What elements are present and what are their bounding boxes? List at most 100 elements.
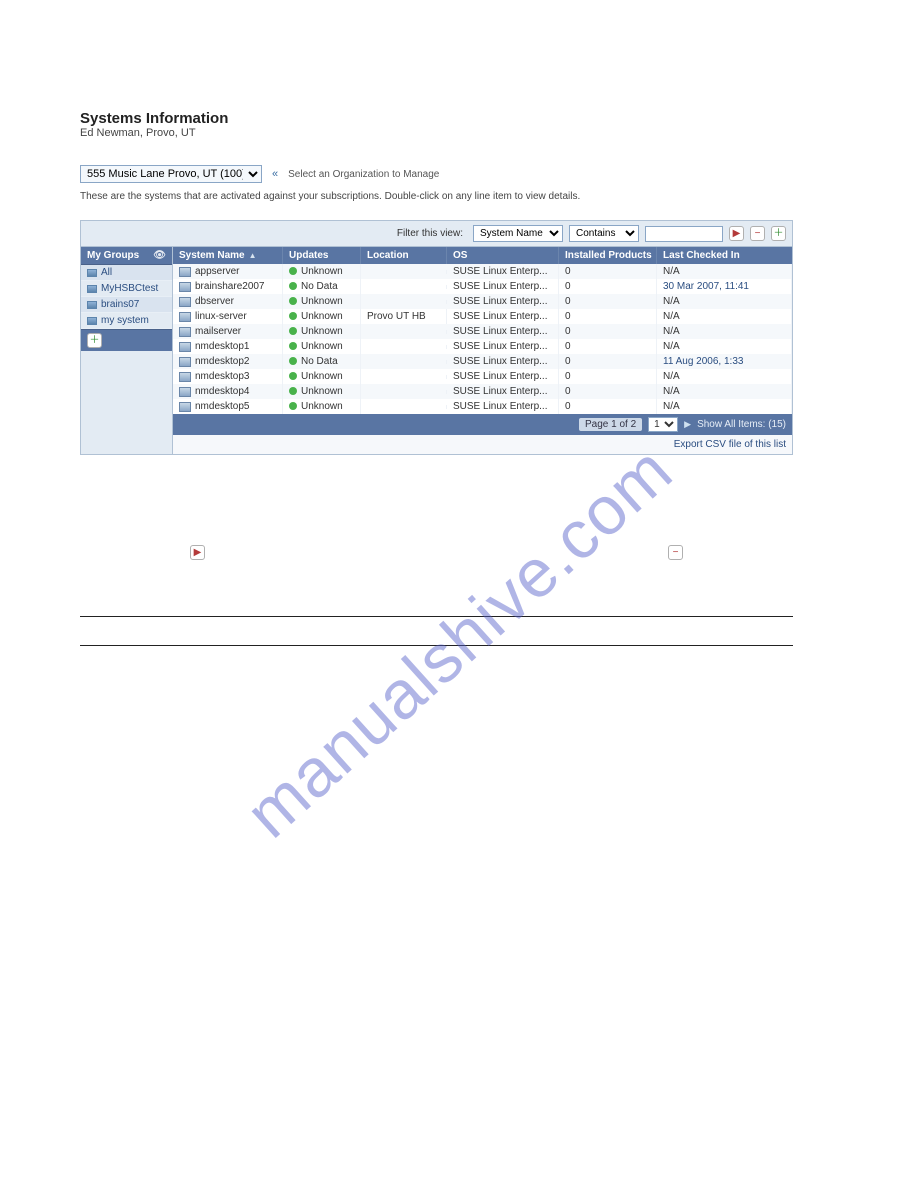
cell-updates: Unknown [283,399,361,414]
updates-text: Unknown [301,386,343,397]
page-select[interactable]: 1 [648,417,678,432]
cell-updates: No Data [283,279,361,294]
cell-installed-products: 0 [559,384,657,399]
status-dot-icon [289,297,297,305]
table-row[interactable]: nmdesktop5UnknownSUSE Linux Enterp...0N/… [173,399,792,414]
status-dot-icon [289,312,297,320]
cell-location: Provo UT HB [361,309,447,324]
system-icon [179,402,191,412]
updates-text: Unknown [301,341,343,352]
group-icon [87,285,97,293]
cell-updates: Unknown [283,309,361,324]
table-row[interactable]: linux-serverUnknownProvo UT HBSUSE Linux… [173,309,792,324]
col-os[interactable]: OS [447,247,559,264]
export-csv-link[interactable]: Export CSV file of this list [674,439,786,450]
updates-text: No Data [301,281,338,292]
status-dot-icon [289,282,297,290]
system-icon [179,327,191,337]
table-row[interactable]: dbserverUnknownSUSE Linux Enterp...0N/A [173,294,792,309]
cell-location [361,300,447,304]
updates-text: Unknown [301,371,343,382]
table-row[interactable]: nmdesktop2No DataSUSE Linux Enterp...011… [173,354,792,369]
system-name-text: nmdesktop1 [195,341,249,352]
page-subtitle: Ed Newman, Provo, UT [80,127,793,139]
sidebar-item-label: All [101,267,112,278]
table-row[interactable]: mailserverUnknownSUSE Linux Enterp...0N/… [173,324,792,339]
updates-text: Unknown [301,266,343,277]
table-header: System Name Updates Location OS Installe… [173,247,792,264]
minus-icon[interactable]: − [668,545,683,560]
cell-os: SUSE Linux Enterp... [447,399,559,414]
updates-text: Unknown [301,326,343,337]
play-icon[interactable]: ▶ [190,545,205,560]
status-dot-icon [289,357,297,365]
systems-panel: Filter this view: System Name Contains ▶… [80,220,793,455]
system-name-text: mailserver [195,326,241,337]
cell-location [361,390,447,394]
cell-os: SUSE Linux Enterp... [447,264,559,279]
cell-os: SUSE Linux Enterp... [447,309,559,324]
table-row[interactable]: nmdesktop4UnknownSUSE Linux Enterp...0N/… [173,384,792,399]
filter-value-input[interactable] [645,226,723,242]
show-all-link[interactable]: Show All Items: (15) [697,419,786,430]
cell-installed-products: 0 [559,324,657,339]
table-row[interactable]: nmdesktop1UnknownSUSE Linux Enterp...0N/… [173,339,792,354]
cell-installed-products: 0 [559,369,657,384]
col-system-name[interactable]: System Name [173,247,283,264]
status-dot-icon [289,387,297,395]
updates-text: Unknown [301,401,343,412]
table-row[interactable]: appserver Unknown SUSE Linux Enterp...0N/A [173,264,792,279]
cell-updates: Unknown [283,294,361,309]
col-installed-products[interactable]: Installed Products [559,247,657,264]
col-location[interactable]: Location [361,247,447,264]
filter-field-select[interactable]: System Name [473,225,563,242]
cell-last-checked: N/A [657,264,792,279]
cell-system-name: nmdesktop3 [173,369,283,384]
apply-filter-button[interactable]: ▶ [729,226,744,241]
cell-last-checked: N/A [657,399,792,414]
cell-last-checked: N/A [657,339,792,354]
add-filter-button[interactable]: ＋ [771,226,786,241]
org-hint: Select an Organization to Manage [288,169,439,180]
sidebar-item[interactable]: my system [81,313,172,329]
cell-installed-products: 0 [559,309,657,324]
cell-system-name: appserver [173,264,283,279]
cell-last-checked: N/A [657,309,792,324]
remove-filter-button[interactable]: − [750,226,765,241]
org-select[interactable]: 555 Music Lane Provo, UT (100) [80,165,262,183]
eye-icon[interactable]: 👁 [153,250,166,261]
system-name-text: nmdesktop4 [195,386,249,397]
sidebar-item[interactable]: All [81,265,172,281]
table-row[interactable]: brainshare2007No DataSUSE Linux Enterp..… [173,279,792,294]
col-updates[interactable]: Updates [283,247,361,264]
col-last-checked[interactable]: Last Checked In [657,247,792,264]
filter-op-select[interactable]: Contains [569,225,639,242]
group-icon [87,269,97,277]
cell-os: SUSE Linux Enterp... [447,354,559,369]
sidebar-item[interactable]: brains07 [81,297,172,313]
status-dot-icon [289,327,297,335]
cell-system-name: brainshare2007 [173,279,283,294]
cell-installed-products: 0 [559,264,657,279]
page-title: Systems Information [80,110,793,127]
system-icon [179,342,191,352]
status-dot-icon [289,267,297,275]
cell-system-name: mailserver [173,324,283,339]
cell-installed-products: 0 [559,294,657,309]
cell-location [361,285,447,289]
sidebar-item[interactable]: MyHSBCtest [81,281,172,297]
updates-text: No Data [301,356,338,367]
groups-sidebar: My Groups 👁 AllMyHSBCtestbrains07my syst… [81,247,173,454]
divider [80,616,793,617]
add-group-button[interactable]: ＋ [87,333,102,348]
cell-system-name: nmdesktop4 [173,384,283,399]
chevron-left-icon: « [272,168,278,180]
cell-system-name: linux-server [173,309,283,324]
system-name-text: nmdesktop5 [195,401,249,412]
system-name-text: dbserver [195,296,234,307]
table-row[interactable]: nmdesktop3UnknownSUSE Linux Enterp...0N/… [173,369,792,384]
cell-installed-products: 0 [559,279,657,294]
next-page-button[interactable]: ▶ [684,419,691,430]
sidebar-item-label: MyHSBCtest [101,283,158,294]
cell-last-checked: N/A [657,294,792,309]
